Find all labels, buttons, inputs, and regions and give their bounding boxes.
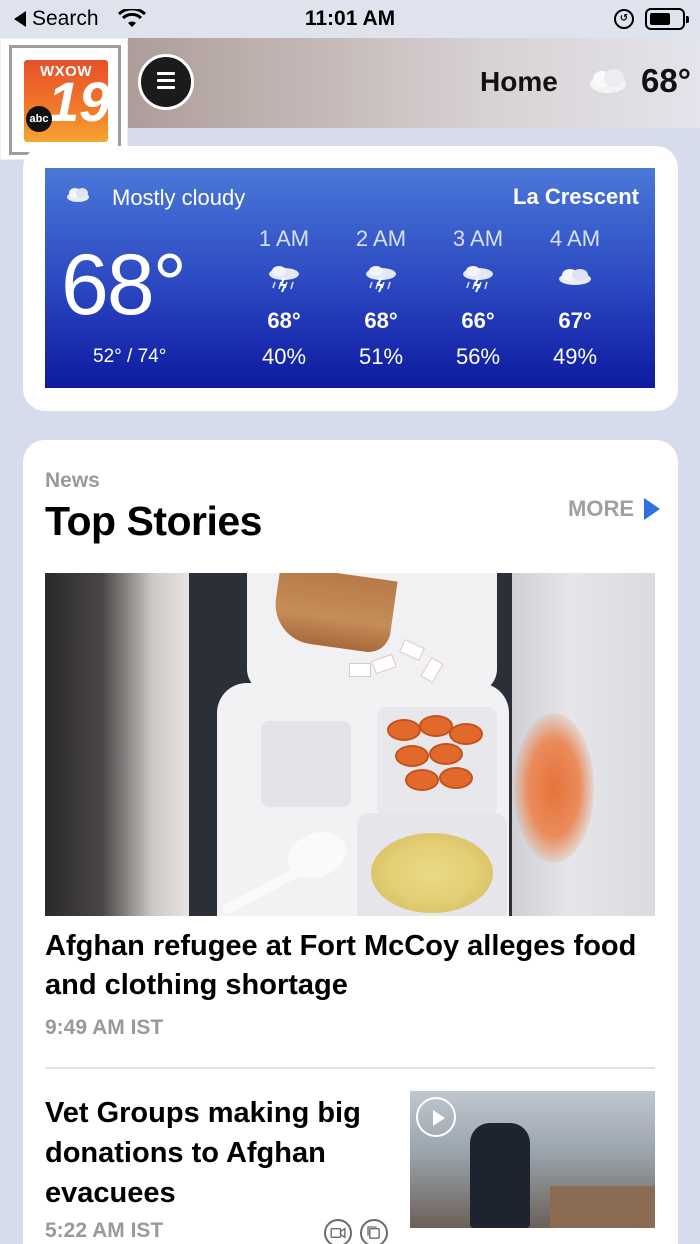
hour-precip: 56% (455, 344, 501, 369)
gallery-icon (360, 1219, 388, 1244)
section-title: Top Stories (45, 498, 262, 544)
station-logo[interactable]: WXOW 19 abc (0, 38, 128, 160)
rotation-lock-icon: ↺ (614, 9, 634, 29)
hour-precip: 49% (552, 344, 598, 369)
story-headline[interactable]: Vet Groups making big donations to Afgha… (45, 1093, 385, 1213)
story-timestamp: 9:49 AM IST (45, 1016, 164, 1039)
header-temperature[interactable]: 68° (641, 62, 691, 100)
hour-time: 1 AM (258, 226, 310, 251)
cloud-icon (559, 269, 591, 285)
cloud-icon (67, 188, 89, 202)
abc-logo: abc (26, 106, 52, 132)
story-thumbnail[interactable] (410, 1091, 655, 1228)
hourly-forecast-item: 4 AM 67° 49% (530, 226, 620, 370)
hourly-forecast-item: 3 AM 66° 56% (433, 226, 523, 370)
hourly-forecast-item: 2 AM 68° 51% (336, 226, 426, 370)
play-arrow-icon (644, 498, 660, 520)
play-icon (416, 1097, 456, 1137)
thunderstorm-icon (463, 266, 493, 293)
battery-icon (645, 8, 689, 30)
top-stories-card: News Top Stories MORE Afghan refugee at … (23, 440, 678, 1244)
hourly-forecast-item: 1 AM 68° 40% (239, 226, 329, 370)
logo-channel: 19 (48, 70, 108, 133)
home-label[interactable]: Home (480, 66, 558, 98)
story-headline[interactable]: Afghan refugee at Fort McCoy alleges foo… (45, 927, 655, 1005)
weather-temperature: 68° (61, 237, 187, 333)
weather-panel[interactable]: Mostly cloudy La Crescent 68° 52° / 74° … (45, 168, 655, 388)
more-button[interactable]: MORE (568, 496, 660, 522)
thunderstorm-icon (366, 266, 396, 293)
more-label: MORE (568, 496, 634, 521)
section-eyebrow: News (45, 469, 100, 492)
hour-temp: 66° (461, 308, 495, 333)
hamburger-icon (157, 72, 175, 92)
story-image[interactable] (45, 573, 655, 916)
status-time: 11:01 AM (304, 7, 396, 30)
menu-button[interactable] (138, 54, 194, 110)
divider (45, 1067, 655, 1069)
weather-location[interactable]: La Crescent (513, 184, 639, 210)
hour-temp: 68° (364, 308, 398, 333)
hour-precip: 51% (358, 344, 404, 369)
weather-condition: Mostly cloudy (112, 185, 246, 210)
hour-time: 3 AM (452, 226, 504, 251)
weather-range: 52° / 74° (93, 346, 167, 367)
thunderstorm-icon (269, 266, 299, 293)
hour-time: 2 AM (355, 226, 407, 251)
hour-precip: 40% (261, 344, 307, 369)
hour-time: 4 AM (549, 226, 601, 251)
story-timestamp: 5:22 AM IST (45, 1219, 164, 1242)
cloud-icon (590, 69, 626, 93)
weather-card[interactable]: Mostly cloudy La Crescent 68° 52° / 74° … (23, 146, 678, 411)
hour-temp: 68° (267, 308, 301, 333)
video-icon (324, 1219, 352, 1244)
status-bar: Search 11:01 AM ↺ (0, 0, 700, 38)
hour-temp: 67° (558, 308, 592, 333)
